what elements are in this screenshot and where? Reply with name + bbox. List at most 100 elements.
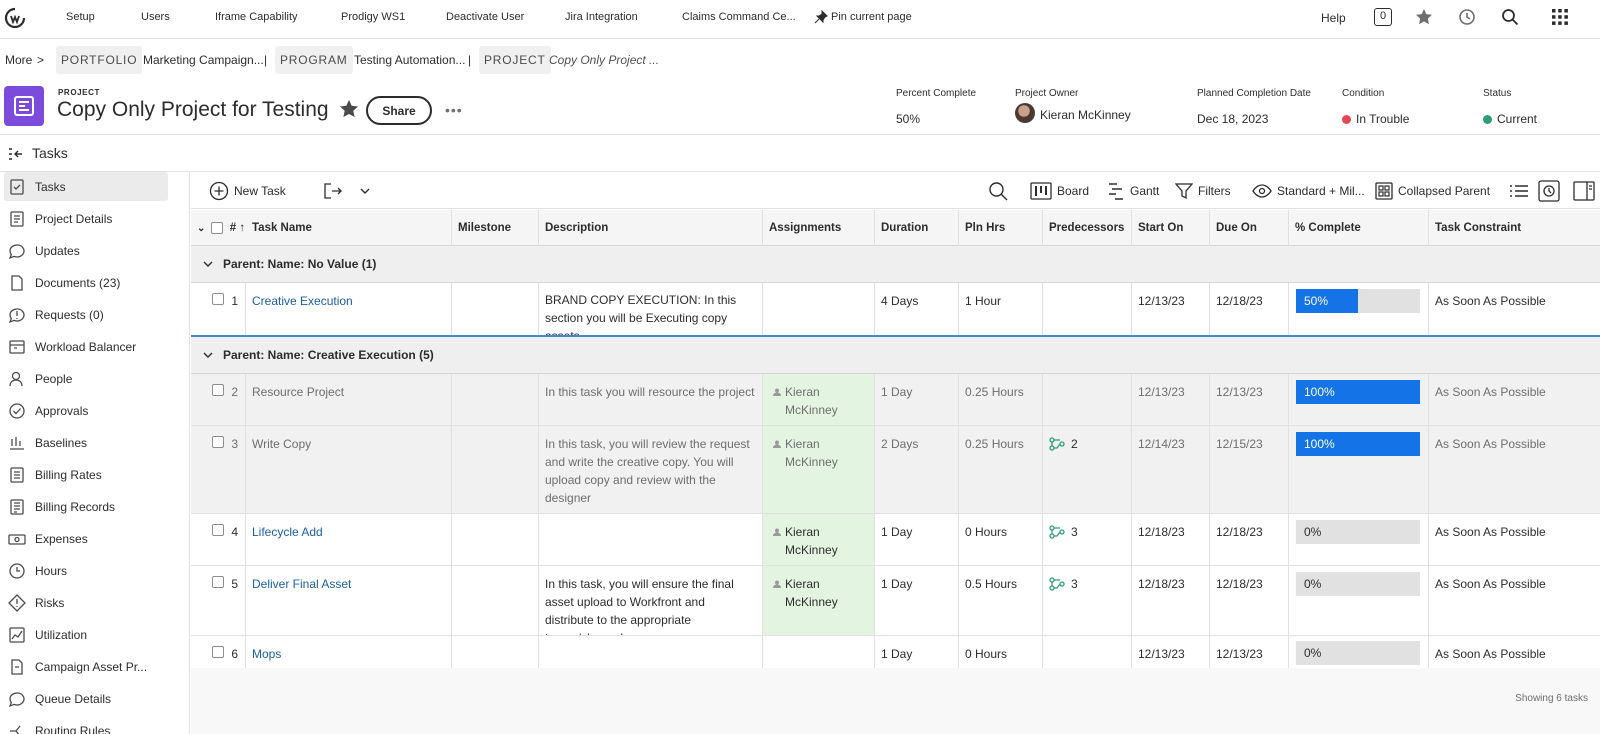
- more-options-icon[interactable]: •••: [445, 102, 463, 118]
- assignee-name[interactable]: Kieran McKinney: [785, 575, 849, 611]
- export-dropdown[interactable]: [359, 173, 371, 209]
- nav-item-iframe-capability[interactable]: Iframe Capability: [215, 11, 298, 23]
- page-title[interactable]: Copy Only Project for Testing: [57, 98, 329, 122]
- task-constraint-cell[interactable]: As Soon As Possible: [1429, 283, 1600, 335]
- sidebar-item-tasks[interactable]: Tasks: [4, 172, 168, 201]
- description-cell[interactable]: [539, 514, 763, 565]
- progress-bar[interactable]: 0%: [1296, 520, 1420, 544]
- recent-history-icon[interactable]: [1458, 8, 1476, 26]
- planned-hours-cell[interactable]: 0.25 Hours: [959, 426, 1043, 513]
- predecessor-number[interactable]: 3: [1071, 523, 1078, 541]
- column-header-assignments[interactable]: Assignments: [763, 210, 875, 246]
- select-all-header[interactable]: ⌄ # ↑: [191, 210, 246, 246]
- project-owner-value[interactable]: Kieran McKinney: [1040, 108, 1131, 122]
- nav-item-jira-integration[interactable]: Jira Integration: [565, 11, 638, 23]
- sidebar-item-approvals[interactable]: Approvals: [4, 396, 168, 425]
- timeline-settings-button[interactable]: [1538, 173, 1560, 209]
- row-checkbox[interactable]: [212, 384, 224, 396]
- sidebar-item-hours[interactable]: Hours: [4, 556, 168, 585]
- sidebar-item-utilization[interactable]: Utilization: [4, 620, 168, 649]
- percent-complete-cell[interactable]: 0%: [1289, 566, 1429, 635]
- table-row[interactable]: 6 Mops 1 Day 0 Hours 12/13/23 12/13/23 0…: [191, 636, 1600, 670]
- start-date-cell[interactable]: 12/13/23: [1132, 636, 1210, 669]
- task-name-link[interactable]: Mops: [246, 636, 452, 669]
- chevron-down-icon[interactable]: ⌄: [197, 223, 205, 234]
- table-row[interactable]: 2 Resource Project In this task you will…: [191, 374, 1600, 426]
- planned-hours-cell[interactable]: 0.5 Hours: [959, 566, 1043, 635]
- task-name-link[interactable]: Creative Execution: [246, 283, 452, 335]
- percent-complete-cell[interactable]: 100%: [1289, 426, 1429, 513]
- assignee-name[interactable]: Kieran McKinney: [785, 435, 849, 471]
- due-date-cell[interactable]: 12/18/23: [1210, 566, 1289, 635]
- column-header-description[interactable]: Description: [539, 210, 763, 246]
- row-checkbox[interactable]: [212, 436, 224, 448]
- status-value[interactable]: Current: [1497, 112, 1537, 126]
- column-header-task-constraint[interactable]: Task Constraint: [1429, 210, 1600, 246]
- column-header-percent-complete[interactable]: % Complete: [1289, 210, 1429, 246]
- predecessors-cell[interactable]: [1043, 636, 1132, 669]
- task-name-link[interactable]: Lifecycle Add: [246, 514, 452, 565]
- chevron-down-icon[interactable]: [203, 350, 213, 360]
- chevron-down-icon[interactable]: [203, 259, 213, 269]
- milestone-cell[interactable]: [452, 566, 539, 635]
- percent-complete-cell[interactable]: 100%: [1289, 374, 1429, 425]
- percent-complete-cell[interactable]: 0%: [1289, 636, 1429, 669]
- task-name-link[interactable]: Write Copy: [246, 426, 452, 513]
- start-date-cell[interactable]: 12/14/23: [1132, 426, 1210, 513]
- progress-bar[interactable]: 50%: [1296, 289, 1420, 313]
- description-cell[interactable]: In this task, you will ensure the final …: [539, 566, 763, 635]
- planned-hours-cell[interactable]: 0 Hours: [959, 514, 1043, 565]
- export-button[interactable]: [323, 173, 343, 209]
- assignments-cell[interactable]: Kieran McKinney: [763, 374, 875, 425]
- column-header-predecessors[interactable]: Predecessors: [1043, 210, 1132, 246]
- due-date-cell[interactable]: 12/15/23: [1210, 426, 1289, 513]
- nav-item-prodigy-ws1[interactable]: Prodigy WS1: [341, 11, 405, 23]
- percent-complete-cell[interactable]: 50%: [1289, 283, 1429, 335]
- assignments-cell[interactable]: Kieran McKinney: [763, 566, 875, 635]
- task-name-link[interactable]: Deliver Final Asset: [246, 566, 452, 635]
- table-row[interactable]: 5 Deliver Final Asset In this task, you …: [191, 566, 1600, 636]
- help-link[interactable]: Help: [1321, 11, 1346, 25]
- start-date-cell[interactable]: 12/13/23: [1132, 374, 1210, 425]
- condition-value[interactable]: In Trouble: [1356, 112, 1409, 126]
- task-constraint-cell[interactable]: As Soon As Possible: [1429, 374, 1600, 425]
- duration-cell[interactable]: 2 Days: [875, 426, 959, 513]
- sidebar-item-requests[interactable]: Requests (0): [4, 300, 168, 329]
- nav-item-claims-command[interactable]: Claims Command Ce...: [682, 11, 796, 23]
- assignments-cell[interactable]: [763, 636, 875, 669]
- duration-cell[interactable]: 1 Day: [875, 566, 959, 635]
- select-all-checkbox[interactable]: [210, 221, 223, 234]
- predecessor-number[interactable]: 3: [1071, 575, 1078, 593]
- sidebar-item-billing-records[interactable]: Billing Records: [4, 492, 168, 521]
- nav-item-users[interactable]: Users: [141, 11, 170, 23]
- predecessors-cell[interactable]: 2: [1043, 426, 1132, 513]
- predecessors-cell[interactable]: 3: [1043, 566, 1132, 635]
- planned-hours-cell[interactable]: 1 Hour: [959, 283, 1043, 335]
- planned-hours-cell[interactable]: 0 Hours: [959, 636, 1043, 669]
- milestone-cell[interactable]: [452, 283, 539, 335]
- column-header-start-on[interactable]: Start On: [1132, 210, 1210, 246]
- new-task-button[interactable]: New Task: [209, 173, 286, 209]
- description-cell[interactable]: In this task you will resource the proje…: [539, 374, 763, 425]
- sidebar-item-updates[interactable]: Updates: [4, 236, 168, 265]
- breadcrumb-program-link[interactable]: Testing Automation...: [354, 46, 465, 74]
- collapse-panel-icon[interactable]: [8, 146, 24, 162]
- task-constraint-cell[interactable]: As Soon As Possible: [1429, 566, 1600, 635]
- duration-cell[interactable]: 4 Days: [875, 283, 959, 335]
- table-row[interactable]: 1 Creative Execution BRAND COPY EXECUTIO…: [191, 283, 1600, 337]
- breadcrumb-more[interactable]: More: [5, 46, 32, 74]
- app-grid-icon[interactable]: [1551, 8, 1569, 26]
- assignee-name[interactable]: Kieran McKinney: [785, 523, 849, 559]
- sidebar-item-documents[interactable]: Documents (23): [4, 268, 168, 297]
- description-cell[interactable]: In this task, you will review the reques…: [539, 426, 763, 513]
- progress-bar[interactable]: 100%: [1296, 380, 1420, 404]
- task-name-link[interactable]: Resource Project: [246, 374, 452, 425]
- column-header-duration[interactable]: Duration: [875, 210, 959, 246]
- predecessor-number[interactable]: 2: [1071, 435, 1078, 453]
- planned-hours-cell[interactable]: 0.25 Hours: [959, 374, 1043, 425]
- table-row[interactable]: 4 Lifecycle Add Kieran McKinney 1 Day 0 …: [191, 514, 1600, 566]
- sidebar-item-billing-rates[interactable]: Billing Rates: [4, 460, 168, 489]
- row-checkbox[interactable]: [212, 646, 224, 658]
- milestone-cell[interactable]: [452, 374, 539, 425]
- due-date-cell[interactable]: 12/18/23: [1210, 514, 1289, 565]
